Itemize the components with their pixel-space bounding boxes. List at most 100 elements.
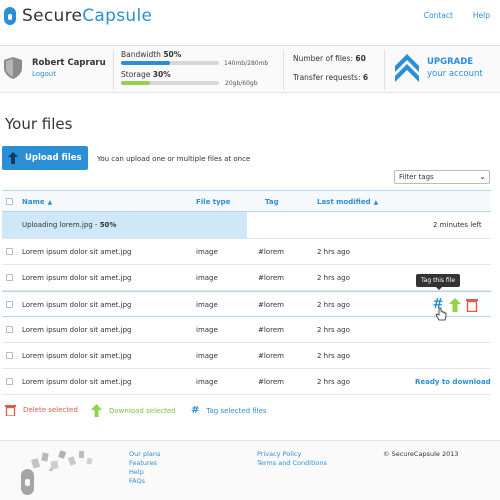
storage-bar-fill: [121, 81, 151, 85]
table-header: Name ▲ File type Tag Last modified ▲: [2, 190, 491, 212]
hashtag-icon: #: [191, 405, 200, 416]
download-arrow-icon[interactable]: [449, 298, 461, 312]
file-name[interactable]: Lorem ipsum dolor sit amet.jpg: [22, 352, 131, 360]
table-row[interactable]: Lorem ipsum dolor sit amet.jpg image #lore…: [2, 274, 491, 321]
sort-up-icon: ▲: [373, 199, 379, 206]
download-selected-button[interactable]: Download selected: [91, 404, 176, 417]
page-title: Your files: [5, 115, 73, 133]
column-last-modified[interactable]: Last modified ▲: [317, 198, 378, 206]
upload-files-button[interactable]: Upload files: [2, 146, 88, 170]
contact-link[interactable]: Contact: [424, 11, 453, 20]
upload-arrow-icon: [8, 152, 18, 164]
ready-to-download-link[interactable]: Ready to download: [415, 378, 491, 386]
arrow-up-icon: [91, 404, 102, 417]
bandwidth-value: 140mb/280mb: [224, 60, 269, 67]
file-type: image: [196, 352, 218, 360]
storage-label: Storage 30%: [121, 70, 171, 79]
logo-text-capsule: Capsule: [82, 6, 153, 26]
file-modified: 2 hrs ago: [317, 352, 350, 360]
capsule-logo-icon: [4, 7, 16, 25]
footer-links-col2: Privacy Policy Terms and Conditions: [257, 450, 327, 468]
footer-link-features[interactable]: Features: [129, 459, 160, 468]
bandwidth-bar: [121, 61, 219, 65]
footer-link-our-plans[interactable]: Our plans: [129, 450, 160, 459]
footer-link-privacy[interactable]: Privacy Policy: [257, 450, 327, 459]
footer-link-terms[interactable]: Terms and Conditions: [257, 459, 327, 468]
file-name[interactable]: Lorem ipsum dolor sit amet.jpg: [22, 378, 131, 386]
file-modified: 2 hrs ago: [317, 301, 350, 309]
upgrade-title: UPGRADE: [427, 57, 474, 67]
sort-up-icon: ▲: [47, 199, 53, 206]
trash-icon[interactable]: [466, 298, 478, 312]
logo[interactable]: SecureCapsule: [4, 6, 152, 26]
file-tag[interactable]: #lorem: [258, 301, 284, 309]
table-row[interactable]: Lorem ipsum dolor sit amet.jpg image #lore…: [2, 343, 491, 369]
filter-tags-placeholder: Filter tags: [399, 173, 434, 181]
file-type: image: [196, 248, 218, 256]
row-checkbox[interactable]: [6, 352, 13, 359]
row-checkbox[interactable]: [6, 326, 13, 333]
files-table: Name ▲ File type Tag Last modified ▲ Uploa…: [2, 190, 491, 395]
column-file-type[interactable]: File type: [196, 198, 230, 206]
table-row[interactable]: Lorem ipsum dolor sit amet.jpg image #lore…: [2, 317, 491, 343]
file-type: image: [196, 301, 218, 309]
top-bar: SecureCapsule Contact Help: [0, 0, 500, 34]
account-status-bar: Robert Capraru Logout Bandwidth 50% 140m…: [0, 45, 500, 93]
file-type: image: [196, 378, 218, 386]
footer: Our plans Features Help FAQs Privacy Pol…: [0, 440, 500, 500]
file-tag[interactable]: #lorem: [258, 378, 284, 386]
row-checkbox[interactable]: [6, 301, 13, 308]
file-modified: 2 hrs ago: [317, 248, 350, 256]
help-link[interactable]: Help: [473, 11, 490, 20]
files-count-stat: Number of files: 60: [293, 54, 366, 63]
select-all-checkbox[interactable]: [6, 198, 13, 205]
divider: [283, 50, 284, 90]
file-modified: 2 hrs ago: [317, 326, 350, 334]
capsule-files-illustration: [21, 450, 93, 495]
file-name[interactable]: Lorem ipsum dolor sit amet.jpg: [22, 326, 131, 334]
logo-text-secure: Secure: [22, 6, 83, 26]
trash-icon: [5, 405, 16, 416]
upload-hint: You can upload one or multiple files at …: [97, 155, 251, 163]
top-nav: Contact Help: [424, 11, 490, 20]
upgrade-subtitle: your account: [427, 69, 483, 79]
column-name[interactable]: Name ▲: [22, 198, 52, 206]
table-row[interactable]: Lorem ipsum dolor sit amet.jpg image #lore…: [2, 369, 491, 395]
bandwidth-bar-fill: [121, 61, 170, 65]
delete-selected-button[interactable]: Delete selected: [5, 404, 78, 416]
file-name[interactable]: Lorem ipsum dolor sit amet.jpg: [22, 301, 131, 309]
file-tag[interactable]: #lorem: [258, 326, 284, 334]
bandwidth-label: Bandwidth 50%: [121, 50, 182, 59]
upload-progress-row: Uploading lorem.jpg - 50% 2 minutes left: [2, 212, 491, 239]
download-selected-label: Download selected: [109, 406, 176, 415]
logout-link[interactable]: Logout: [32, 70, 56, 78]
row-checkbox[interactable]: [6, 248, 13, 255]
row-checkbox[interactable]: [6, 274, 13, 281]
row-checkbox[interactable]: [6, 378, 13, 385]
copyright: © SecureCapsule 2013: [383, 450, 459, 458]
filter-tags-select[interactable]: Filter tags ⌄: [394, 170, 490, 184]
file-tag[interactable]: #lorem: [258, 274, 284, 282]
file-tag[interactable]: #lorem: [258, 352, 284, 360]
file-modified: 2 hrs ago: [317, 378, 350, 386]
file-type: image: [196, 274, 218, 282]
storage-value: 20gb/60gb: [225, 80, 258, 87]
file-tag[interactable]: #lorem: [258, 248, 284, 256]
upgrade-account-button[interactable]: UPGRADE your account: [395, 54, 483, 82]
footer-links-col1: Our plans Features Help FAQs: [129, 450, 160, 486]
divider: [384, 50, 385, 90]
chevron-up-icon: [395, 54, 419, 82]
column-tag[interactable]: Tag: [265, 198, 279, 206]
shield-icon: [4, 57, 22, 79]
file-name[interactable]: Lorem ipsum dolor sit amet.jpg: [22, 274, 131, 282]
tag-file-tooltip: Tag this file: [416, 274, 461, 290]
table-row[interactable]: Lorem ipsum dolor sit amet.jpg image #lore…: [2, 239, 491, 265]
tag-selected-label: Tag selected files: [206, 407, 267, 415]
file-name[interactable]: Lorem ipsum dolor sit amet.jpg: [22, 248, 131, 256]
footer-link-help[interactable]: Help: [129, 468, 160, 477]
divider: [113, 50, 114, 90]
tag-selected-button[interactable]: # Tag selected files: [191, 404, 267, 418]
footer-link-faqs[interactable]: FAQs: [129, 477, 160, 486]
storage-bar: [121, 81, 219, 85]
file-type: image: [196, 326, 218, 334]
